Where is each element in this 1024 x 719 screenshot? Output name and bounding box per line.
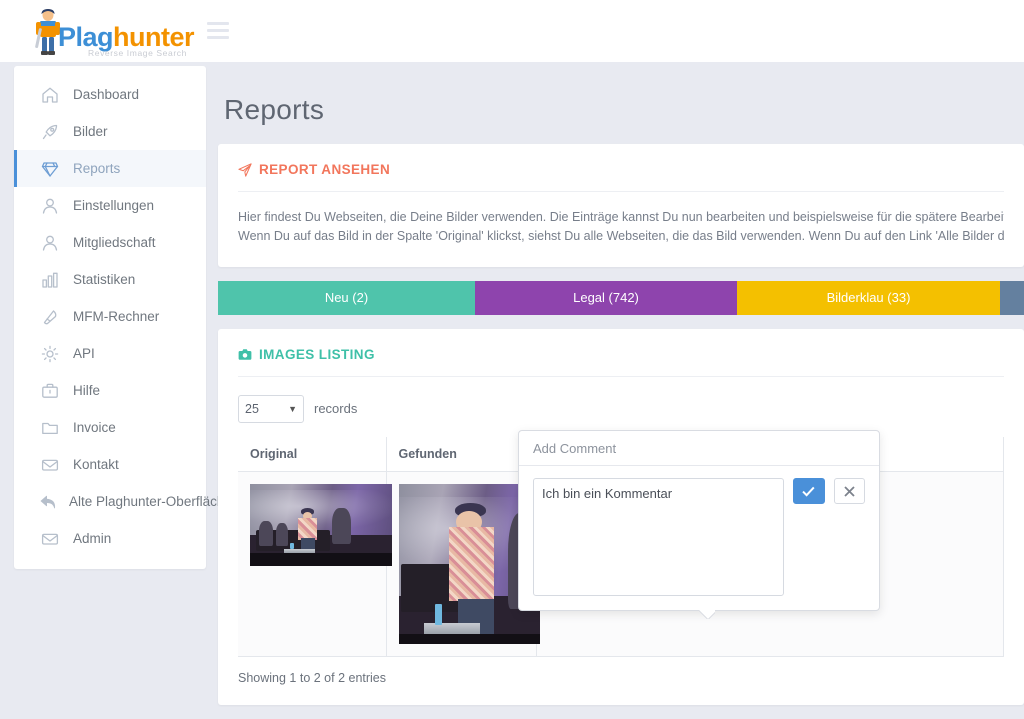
cell-gefunden [386, 471, 540, 657]
cell-original [238, 471, 392, 657]
report-card: REPORT ANSEHEN Hier findest Du Webseiten… [218, 144, 1024, 267]
envelope-icon [39, 456, 61, 474]
user-icon [39, 234, 61, 252]
records-row: 25 ▼ records [238, 394, 1004, 423]
main-content: Reports REPORT ANSEHEN Hier findest Du W… [218, 66, 1024, 719]
sidebar-item-mitgliedschaft[interactable]: Mitgliedschaft [14, 224, 206, 261]
sidebar-item-label: MFM-Rechner [73, 308, 160, 324]
back-arrow-icon [39, 493, 57, 511]
sidebar-item-label: Statistiken [73, 271, 136, 287]
hamburger-bar [207, 36, 229, 39]
sidebar-item-statistiken[interactable]: Statistiken [14, 261, 206, 298]
sidebar-item-dashboard[interactable]: Dashboard [14, 76, 206, 113]
sidebar-item-einstellungen[interactable]: Einstellungen [14, 187, 206, 224]
records-select-value: 25 [245, 401, 259, 416]
page-title: Reports [224, 94, 325, 125]
filter-tab-neu[interactable]: Neu (2) [218, 280, 475, 315]
popover-body [519, 466, 879, 610]
sidebar-item-label: Alte Plaghunter-Oberfläche [69, 493, 232, 509]
column-header-original[interactable]: Original [238, 436, 387, 472]
sidebar-item-label: Bilder [73, 123, 108, 139]
add-comment-popover: Add Comment [518, 430, 880, 611]
sidebar-item-api[interactable]: API [14, 335, 206, 372]
divider [238, 375, 1004, 377]
report-card-title-text: REPORT ANSEHEN [259, 162, 391, 177]
logo[interactable]: Plaghunter Reverse Image Search [28, 6, 195, 58]
filter-tab-more[interactable] [1000, 280, 1024, 315]
sidebar-item-label: Dashboard [73, 86, 140, 102]
filter-tabs: Neu (2) Legal (742) Bilderklau (33) [218, 280, 1024, 315]
logo-tagline: Reverse Image Search [88, 48, 187, 58]
report-paragraph-1: Hier findest Du Webseiten, die Deine Bil… [238, 210, 1004, 224]
chevron-down-icon: ▼ [288, 403, 297, 414]
sidebar: Dashboard Bilder Reports Einstellungen Mitgl… [14, 66, 232, 569]
sidebar-item-alte-plaghunter-oberfl-che[interactable]: Alte Plaghunter-Oberfläche [14, 483, 232, 520]
check-icon [802, 486, 815, 497]
hamburger-bar [207, 22, 229, 25]
envelope-icon [39, 530, 61, 548]
hamburger-bar [207, 29, 229, 32]
briefcase-icon [39, 382, 61, 400]
report-card-title: REPORT ANSEHEN [238, 162, 1004, 177]
hamburger-menu-icon[interactable] [207, 22, 229, 39]
close-icon [844, 485, 855, 497]
sidebar-item-hilfe[interactable]: Hilfe [14, 372, 206, 409]
filter-tab-legal[interactable]: Legal (742) [475, 280, 737, 315]
sidebar-item-admin[interactable]: Admin [14, 520, 206, 557]
filter-tab-bilderklau[interactable]: Bilderklau (33) [737, 280, 1000, 315]
sidebar-item-label: API [73, 345, 95, 361]
save-comment-button[interactable] [793, 478, 825, 504]
sidebar-item-label: Einstellungen [73, 197, 155, 213]
sidebar-item-label: Kontakt [73, 456, 119, 472]
column-header-gefunden[interactable]: Gefunden [386, 436, 537, 472]
top-bar: Plaghunter Reverse Image Search [0, 0, 1024, 62]
comment-textarea[interactable] [533, 478, 785, 596]
entries-info: Showing 1 to 2 of 2 entries [238, 670, 387, 685]
divider [238, 191, 1004, 192]
sidebar-item-label: Invoice [73, 419, 116, 435]
sidebar-item-mfm-rechner[interactable]: MFM-Rechner [14, 298, 206, 335]
records-per-page-select[interactable]: 25 ▼ [238, 394, 304, 423]
gear-icon [39, 345, 61, 363]
rocket-icon [39, 123, 61, 141]
sidebar-item-label: Reports [73, 160, 121, 176]
user-icon [39, 197, 61, 215]
sidebar-item-label: Hilfe [73, 382, 101, 398]
bar-chart-icon [39, 271, 61, 289]
sidebar-item-label: Admin [73, 530, 112, 546]
cancel-comment-button[interactable] [833, 478, 865, 504]
diamond-icon [39, 160, 61, 178]
popover-title: Add Comment [519, 431, 879, 466]
sidebar-item-label: Mitgliedschaft [73, 234, 156, 250]
sidebar-item-bilder[interactable]: Bilder [14, 113, 206, 150]
sidebar-item-reports[interactable]: Reports [14, 150, 206, 187]
home-icon [39, 86, 61, 104]
popover-arrow [699, 610, 715, 619]
sidebar-item-kontakt[interactable]: Kontakt [14, 446, 206, 483]
calculator-icon [39, 308, 61, 326]
images-listing-title: IMAGES LISTING [238, 347, 1004, 362]
camera-icon [238, 349, 252, 360]
sidebar-item-invoice[interactable]: Invoice [14, 409, 206, 446]
paper-plane-icon [238, 162, 252, 177]
records-label: records [314, 401, 358, 417]
folder-icon [39, 419, 61, 437]
original-image-thumbnail[interactable] [250, 483, 392, 566]
report-paragraph-2: Wenn Du auf das Bild in der Spalte 'Orig… [238, 229, 1004, 244]
images-listing-title-text: IMAGES LISTING [259, 346, 375, 362]
